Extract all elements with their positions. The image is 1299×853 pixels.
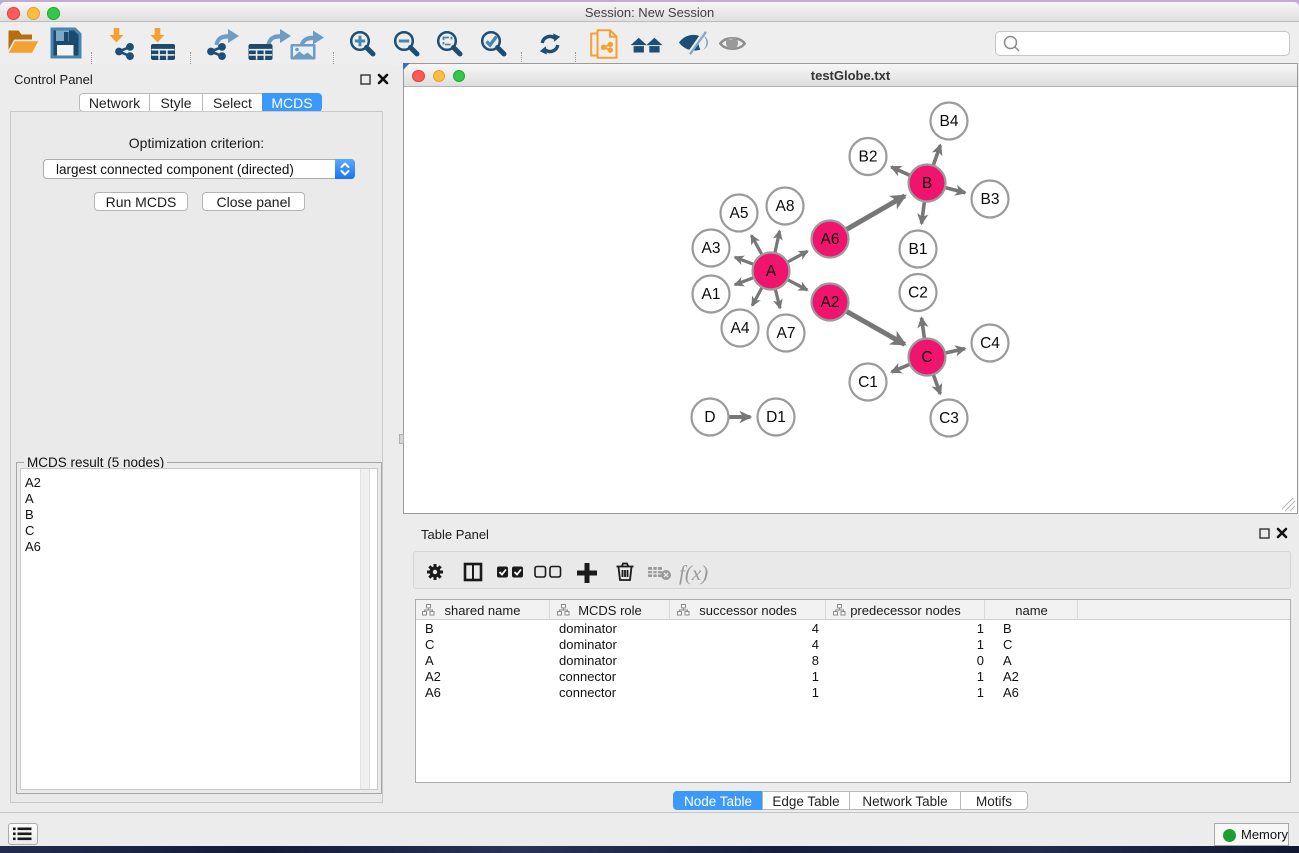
svg-text:D1: D1: [766, 409, 786, 426]
svg-text:A3: A3: [702, 240, 721, 257]
svg-text:A2: A2: [821, 294, 840, 311]
svg-text:C4: C4: [980, 335, 1000, 352]
svg-text:B1: B1: [909, 241, 928, 258]
svg-text:C1: C1: [858, 374, 878, 391]
svg-text:B3: B3: [981, 191, 1000, 208]
svg-text:A8: A8: [776, 198, 795, 215]
svg-text:A: A: [766, 263, 777, 280]
svg-text:B2: B2: [859, 149, 878, 166]
svg-text:A5: A5: [730, 205, 749, 222]
svg-text:f(x): f(x): [679, 561, 708, 585]
svg-text:A6: A6: [821, 231, 840, 248]
svg-text:C: C: [921, 349, 932, 366]
svg-text:B: B: [922, 175, 932, 192]
svg-text:C3: C3: [939, 410, 959, 427]
svg-text:A4: A4: [731, 320, 750, 337]
svg-text:B4: B4: [940, 113, 959, 130]
svg-text:A7: A7: [777, 325, 796, 342]
svg-text:A1: A1: [702, 286, 721, 303]
svg-text:C2: C2: [908, 285, 928, 302]
svg-text:D: D: [704, 409, 715, 426]
